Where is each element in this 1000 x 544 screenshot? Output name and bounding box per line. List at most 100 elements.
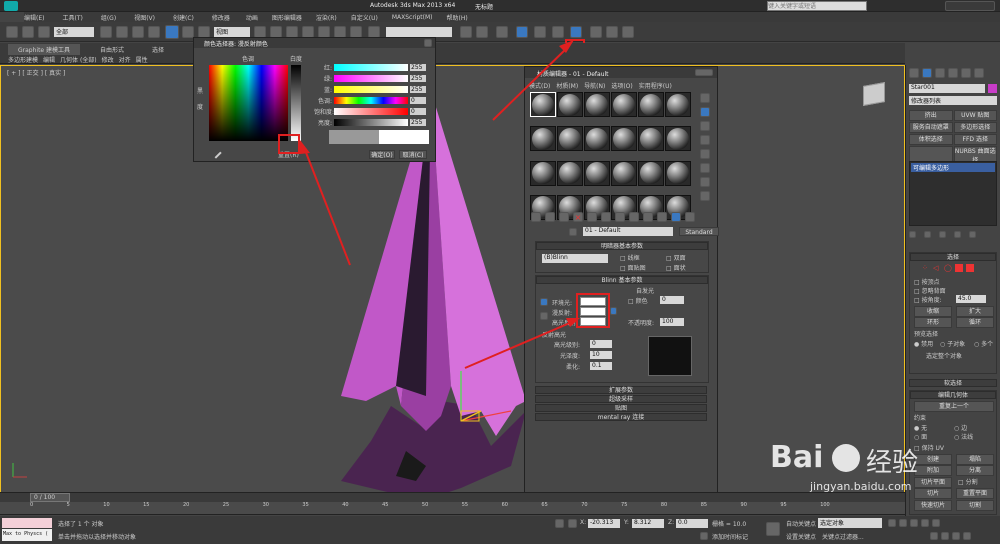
edit-geometry-title[interactable]: 编辑几何体 bbox=[910, 391, 996, 399]
maximize-viewport-icon[interactable] bbox=[963, 532, 971, 540]
constraint-none-radio[interactable]: ● 无 bbox=[914, 423, 927, 432]
show-end-result-stack-icon[interactable] bbox=[924, 231, 931, 238]
tick-label: 40 bbox=[342, 502, 349, 508]
mod-button-3[interactable]: 服务自动遮罩 bbox=[909, 122, 953, 133]
lock-selection-icon[interactable] bbox=[555, 519, 564, 528]
preview-subobj-label: 子对象 bbox=[947, 341, 966, 348]
tick-label: 80 bbox=[660, 502, 668, 508]
shrink-button[interactable]: 收缩 bbox=[914, 306, 952, 317]
track-bar[interactable]: 0 5 10 15 20 25 30 35 40 45 50 55 60 65 … bbox=[0, 502, 905, 515]
soft-selection-rollout[interactable]: 软选择 bbox=[909, 379, 997, 387]
tick-label: 55 bbox=[461, 502, 469, 508]
key-filters-button[interactable]: 关键点过滤器... bbox=[822, 532, 864, 541]
selection-set-dropdown[interactable]: 选定对象 bbox=[818, 518, 882, 528]
maxscript-mini-field[interactable] bbox=[2, 518, 52, 528]
edge-icon[interactable]: ◁ bbox=[933, 264, 941, 272]
motion-tab-icon[interactable] bbox=[948, 68, 958, 78]
stack-item-editable-poly[interactable]: 可编辑多边形 bbox=[911, 163, 995, 172]
quickslice-button[interactable]: 快速切片 bbox=[914, 500, 952, 511]
by-angle-label: 按角度: bbox=[921, 297, 942, 304]
go-start-icon[interactable] bbox=[888, 519, 896, 527]
tick-label: 5 bbox=[66, 502, 70, 508]
preview-multi-radio[interactable]: ○ 多个 bbox=[974, 339, 993, 348]
remove-modifier-icon[interactable] bbox=[954, 231, 961, 238]
watermark-brand: Bai bbox=[770, 440, 824, 475]
maxscript-listener[interactable]: Max to Physcs ( bbox=[2, 529, 52, 541]
prompt-text: 单击并拖动以选择并移动对象 bbox=[58, 534, 137, 541]
z-coordinate[interactable]: 0.0 bbox=[676, 519, 708, 528]
polygon-icon[interactable] bbox=[955, 264, 963, 272]
ignore-backfacing-checkbox[interactable]: □ 忽略背面 bbox=[914, 286, 946, 295]
y-coordinate[interactable]: 8.312 bbox=[632, 519, 664, 528]
border-icon[interactable]: ◯ bbox=[944, 264, 952, 272]
time-position: 0 / 100 bbox=[34, 494, 56, 501]
tick-label: 65 bbox=[541, 502, 548, 508]
display-tab-icon[interactable] bbox=[961, 68, 971, 78]
modify-tab-icon[interactable] bbox=[922, 68, 932, 78]
auto-key-label: 自动关键点 bbox=[786, 521, 817, 528]
x-coordinate[interactable]: -20.313 bbox=[588, 519, 620, 528]
cut-button[interactable]: 切割 bbox=[956, 500, 994, 511]
constraint-edge-radio[interactable]: ○ 边 bbox=[954, 423, 967, 432]
y-label: Y: bbox=[624, 519, 629, 526]
grid-size: 栅格 = 10.0 bbox=[712, 521, 747, 528]
configure-sets-icon[interactable] bbox=[969, 231, 976, 238]
modifier-stack: 可编辑多边形 bbox=[909, 161, 997, 226]
preview-off-label: 禁用 bbox=[921, 341, 934, 348]
track-ticks: 0 5 10 15 20 25 30 35 40 45 50 55 60 65 … bbox=[30, 502, 830, 515]
go-end-icon[interactable] bbox=[932, 519, 940, 527]
play-icon[interactable] bbox=[910, 519, 918, 527]
extrude-button[interactable]: 挤出 bbox=[909, 110, 953, 121]
by-vertex-checkbox[interactable]: □ 按顶点 bbox=[914, 277, 940, 286]
preview-off-radio[interactable]: ● 禁用 bbox=[914, 339, 933, 348]
ring-button[interactable]: 环形 bbox=[914, 317, 952, 328]
tick-label: 45 bbox=[382, 502, 389, 508]
prev-frame-icon[interactable] bbox=[899, 519, 907, 527]
ffd-select-button[interactable]: FFD 选择 bbox=[953, 134, 997, 145]
stack-tools bbox=[909, 231, 976, 238]
orbit-icon[interactable] bbox=[952, 532, 960, 540]
add-time-tag-icon[interactable] bbox=[700, 532, 708, 540]
zoom-icon[interactable] bbox=[930, 532, 938, 540]
poly-select-button[interactable]: 多边形选择 bbox=[953, 122, 997, 133]
vertex-icon[interactable]: ⁘ bbox=[922, 264, 930, 272]
add-time-tag[interactable]: 添加时间标记 bbox=[712, 532, 748, 541]
modifier-list-dropdown[interactable]: 修改器列表 bbox=[909, 96, 997, 105]
grow-button[interactable]: 扩大 bbox=[956, 306, 994, 317]
make-unique-stack-icon[interactable] bbox=[939, 231, 946, 238]
preview-multi-label: 多个 bbox=[981, 341, 994, 348]
utilities-tab-icon[interactable] bbox=[974, 68, 984, 78]
next-frame-icon[interactable] bbox=[921, 519, 929, 527]
absolute-mode-icon[interactable] bbox=[568, 519, 577, 528]
watermark-url: jingyan.baidu.com bbox=[810, 480, 912, 493]
modifier-buttons: 挤出 UVW 贴图 服务自动遮罩 多边形选择 体积选择 FFD 选择 NURBS… bbox=[909, 110, 997, 166]
angle-value[interactable]: 45.0 bbox=[956, 295, 986, 303]
element-icon[interactable] bbox=[966, 264, 974, 272]
object-color-swatch[interactable] bbox=[988, 84, 997, 93]
stack-item-label: 可编辑多边形 bbox=[913, 165, 950, 172]
volume-select-button[interactable]: 体积选择 bbox=[909, 134, 953, 145]
by-angle-checkbox[interactable]: □ 按角度: bbox=[914, 295, 942, 304]
tick-label: 95 bbox=[780, 502, 787, 508]
object-name-field[interactable]: Star001 bbox=[909, 84, 985, 93]
ignore-backfacing-label: 忽略背面 bbox=[921, 288, 946, 295]
tick-label: 30 bbox=[262, 502, 269, 508]
pin-stack-icon[interactable] bbox=[909, 231, 916, 238]
preview-subobj-radio[interactable]: ○ 子对象 bbox=[940, 339, 965, 348]
loop-button[interactable]: 循环 bbox=[956, 317, 994, 328]
pan-icon[interactable] bbox=[941, 532, 949, 540]
tick-label: 20 bbox=[182, 502, 190, 508]
preview-selection-label: 预览选择 bbox=[914, 331, 939, 338]
selection-rollout-title[interactable]: 选择 bbox=[910, 253, 996, 261]
tick-label: 50 bbox=[421, 502, 429, 508]
create-tab-icon[interactable] bbox=[909, 68, 919, 78]
uvw-map-button[interactable]: UVW 贴图 bbox=[953, 110, 997, 121]
hierarchy-tab-icon[interactable] bbox=[935, 68, 945, 78]
tick-label: 100 bbox=[820, 502, 830, 508]
selection-status: 选择了 1 个 对象 bbox=[58, 521, 104, 528]
repeat-last-button[interactable]: 重复上一个 bbox=[914, 401, 994, 412]
by-vertex-label: 按顶点 bbox=[921, 279, 940, 286]
maxscript-text: Max to Physcs ( bbox=[3, 531, 49, 537]
tick-label: 15 bbox=[143, 502, 150, 508]
key-icon[interactable] bbox=[766, 522, 780, 536]
